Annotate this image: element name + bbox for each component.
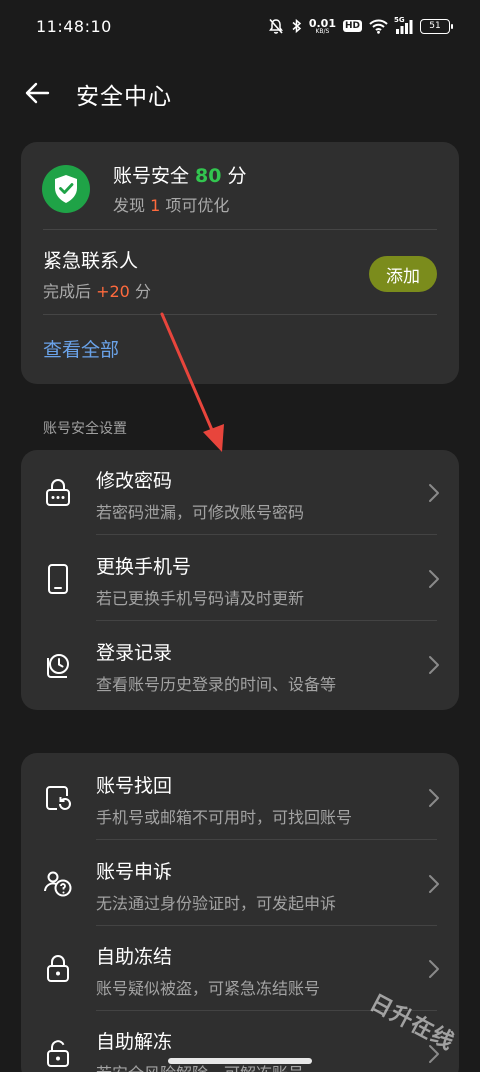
lock-dots-icon <box>43 476 73 510</box>
account-settings-card: 修改密码 若密码泄漏，可修改账号密码 更换手机号 若已更换手机号码请及时更新 登… <box>21 450 459 710</box>
lock-icon <box>43 952 73 986</box>
security-score: 账号安全 80 分 <box>113 165 247 187</box>
back-button[interactable] <box>20 76 54 110</box>
chevron-right-icon <box>429 570 439 588</box>
security-summary-card: 账号安全 80 分 发现 1 项可优化 紧急联系人 完成后 +20 分 添加 查… <box>21 142 459 384</box>
chevron-right-icon <box>429 484 439 502</box>
battery-icon: 51 <box>420 18 453 34</box>
list-item-change-password[interactable]: 修改密码 若密码泄漏，可修改账号密码 <box>21 450 459 535</box>
status-bar: 11:48:10 0.01 KB/S HD 5G 51 <box>0 0 480 56</box>
shield-check-icon <box>42 165 90 213</box>
item-subtitle: 手机号或邮箱不可用时，可找回账号 <box>96 808 353 827</box>
list-item-account-appeal[interactable]: 账号申诉 无法通过身份验证时，可发起申诉 <box>21 841 459 926</box>
status-icons: 0.01 KB/S HD 5G 51 <box>268 14 453 38</box>
item-subtitle: 若已更换手机号码请及时更新 <box>96 589 305 608</box>
item-subtitle: 无法通过身份验证时，可发起申诉 <box>96 894 337 913</box>
contact-title: 紧急联系人 <box>43 250 139 272</box>
app-header: 安全中心 <box>0 60 480 124</box>
item-subtitle: 若密码泄漏，可修改账号密码 <box>96 503 305 522</box>
item-title: 账号找回 <box>96 775 173 797</box>
divider <box>96 620 437 621</box>
item-title: 自助解冻 <box>96 1031 173 1053</box>
bluetooth-icon <box>291 18 302 34</box>
divider <box>43 314 437 315</box>
item-title: 登录记录 <box>96 642 173 664</box>
item-subtitle: 查看账号历史登录的时间、设备等 <box>96 675 337 694</box>
account-recover-icon <box>43 781 73 815</box>
list-item-login-history[interactable]: 登录记录 查看账号历史登录的时间、设备等 <box>21 622 459 707</box>
chevron-right-icon <box>429 789 439 807</box>
item-subtitle: 账号疑似被盗，可紧急冻结账号 <box>96 979 321 998</box>
chevron-right-icon <box>429 875 439 893</box>
home-indicator[interactable] <box>168 1058 312 1064</box>
list-item-change-phone[interactable]: 更换手机号 若已更换手机号码请及时更新 <box>21 536 459 621</box>
divider <box>96 839 437 840</box>
arrow-left-icon <box>25 82 50 104</box>
score-value: 80 <box>195 165 222 187</box>
bell-muted-icon <box>268 18 284 35</box>
score-subtitle: 发现 1 项可优化 <box>113 196 230 215</box>
clock-history-icon <box>43 648 73 682</box>
item-title: 修改密码 <box>96 470 173 492</box>
phone-icon <box>43 562 73 596</box>
item-title: 更换手机号 <box>96 556 192 578</box>
section-label: 账号安全设置 <box>43 421 127 437</box>
emergency-contact-row: 紧急联系人 完成后 +20 分 添加 <box>21 230 459 314</box>
net-speed: 0.01 KB/S <box>308 16 336 35</box>
item-title: 账号申诉 <box>96 861 173 883</box>
add-contact-button[interactable]: 添加 <box>369 256 437 292</box>
hd-badge: HD <box>342 20 362 32</box>
page-title: 安全中心 <box>76 84 172 110</box>
appeal-icon <box>43 867 73 901</box>
view-all-link[interactable]: 查看全部 <box>43 335 119 362</box>
chevron-right-icon <box>429 656 439 674</box>
list-item-account-recovery[interactable]: 账号找回 手机号或邮箱不可用时，可找回账号 <box>21 755 459 840</box>
divider <box>96 534 437 535</box>
unlock-icon <box>43 1037 73 1071</box>
chevron-right-icon <box>429 960 439 978</box>
signal-icon: 5G <box>394 16 413 34</box>
item-title: 自助冻结 <box>96 946 173 968</box>
security-score-row[interactable]: 账号安全 80 分 发现 1 项可优化 <box>21 142 459 228</box>
wifi-icon <box>369 19 388 34</box>
contact-subtitle: 完成后 +20 分 <box>43 282 151 301</box>
status-time: 11:48:10 <box>36 17 112 36</box>
